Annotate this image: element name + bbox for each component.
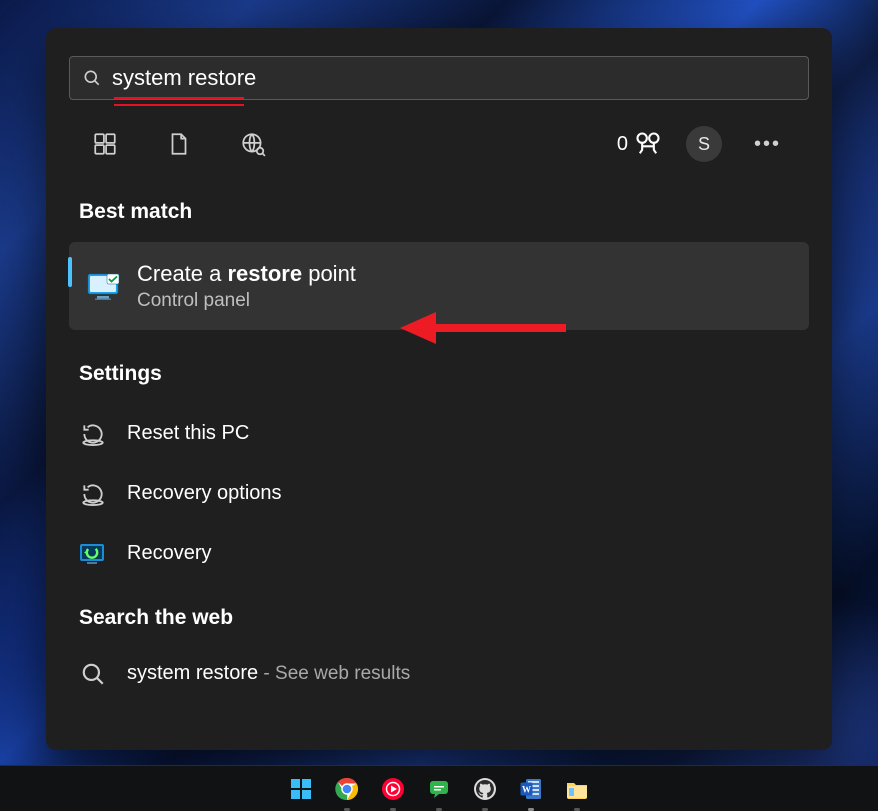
settings-item-label: Reset this PC xyxy=(127,422,249,445)
reset-icon xyxy=(79,420,107,448)
search-box[interactable] xyxy=(69,56,809,100)
web-result[interactable]: system restore - See web results xyxy=(69,648,809,704)
start-search-panel: 0 S ••• Best match Create a restore poin… xyxy=(46,28,832,750)
taskbar-github-desktop[interactable] xyxy=(470,774,500,804)
search-underline-annotation xyxy=(114,97,244,99)
rewards-points[interactable]: 0 xyxy=(617,130,662,158)
taskbar-chat[interactable] xyxy=(424,774,454,804)
apps-filter-icon[interactable] xyxy=(89,128,121,160)
search-input[interactable] xyxy=(112,65,796,91)
more-options-button[interactable]: ••• xyxy=(746,133,789,156)
taskbar-start-button[interactable] xyxy=(286,774,316,804)
svg-text:W: W xyxy=(522,784,531,794)
settings-item-label: Recovery options xyxy=(127,482,282,505)
best-match-title: Create a restore point xyxy=(137,260,356,288)
taskbar-file-explorer[interactable] xyxy=(562,774,592,804)
taskbar-chrome[interactable] xyxy=(332,774,362,804)
rewards-points-count: 0 xyxy=(617,133,628,156)
web-result-label: system restore - See web results xyxy=(127,662,410,685)
settings-item-recovery[interactable]: Recovery xyxy=(69,524,809,584)
search-the-web-heading: Search the web xyxy=(79,606,809,630)
monitor-icon xyxy=(87,273,121,299)
best-match-result[interactable]: Create a restore point Control panel xyxy=(69,242,809,330)
documents-filter-icon[interactable] xyxy=(163,128,195,160)
reset-icon xyxy=(79,480,107,508)
search-icon xyxy=(82,68,102,88)
recovery-app-icon xyxy=(79,540,107,568)
best-match-heading: Best match xyxy=(79,200,809,224)
user-avatar[interactable]: S xyxy=(686,126,722,162)
selection-indicator xyxy=(68,257,72,287)
taskbar: W xyxy=(0,765,878,811)
search-icon xyxy=(79,660,107,688)
web-filter-icon[interactable] xyxy=(237,128,269,160)
best-match-subtitle: Control panel xyxy=(137,290,356,312)
settings-item-reset-pc[interactable]: Reset this PC xyxy=(69,404,809,464)
taskbar-youtube-music[interactable] xyxy=(378,774,408,804)
filter-row: 0 S ••• xyxy=(69,120,809,168)
taskbar-word[interactable]: W xyxy=(516,774,546,804)
settings-item-label: Recovery xyxy=(127,542,211,565)
settings-item-recovery-options[interactable]: Recovery options xyxy=(69,464,809,524)
settings-heading: Settings xyxy=(79,362,809,386)
